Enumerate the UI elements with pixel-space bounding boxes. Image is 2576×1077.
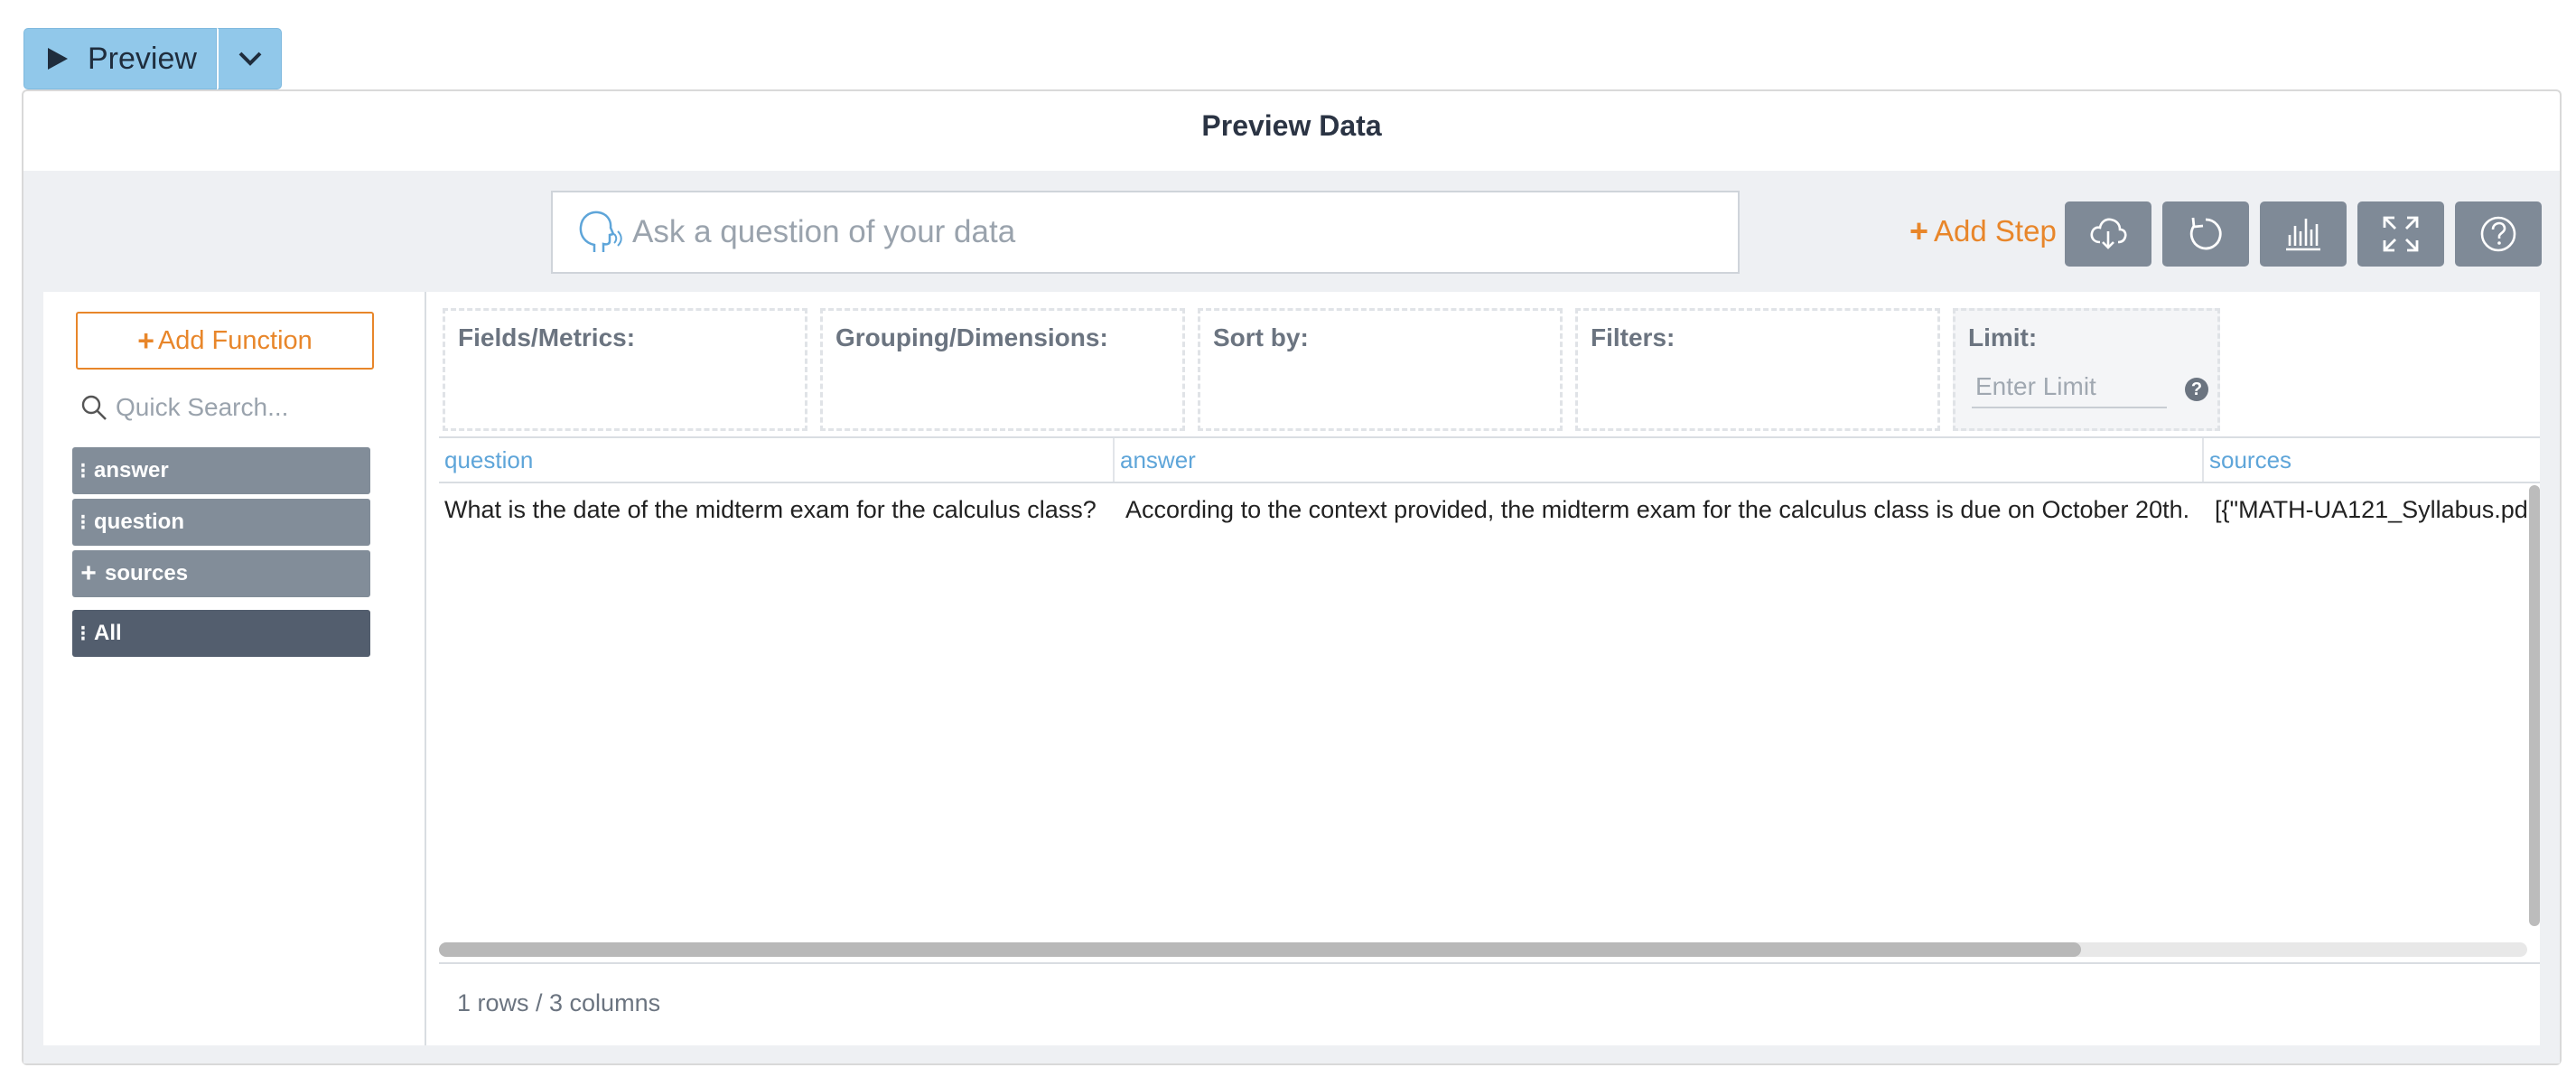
search-icon xyxy=(81,395,107,420)
voice-head-icon xyxy=(579,211,622,252)
field-item-question[interactable]: ⁝ question xyxy=(72,499,370,546)
ask-placeholder: Ask a question of your data xyxy=(632,214,1016,249)
content-card: + Add Function Quick Search... ⁝ answer … xyxy=(43,292,2540,1045)
expand-plus-icon[interactable]: + xyxy=(72,558,105,589)
preview-panel: Preview Data Ask a question of your data… xyxy=(22,89,2562,1065)
sort-by-dropzone[interactable]: Sort by: xyxy=(1198,308,1563,431)
help-icon[interactable]: ? xyxy=(2185,378,2208,401)
table-cell-answer: According to the context provided, the m… xyxy=(1125,496,2190,523)
column-header-answer[interactable]: answer xyxy=(1115,438,2204,482)
help-icon xyxy=(2480,216,2516,252)
field-label: answer xyxy=(94,458,169,482)
data-area: Fields/Metrics: Grouping/Dimensions: Sor… xyxy=(428,292,2540,1045)
field-item-answer[interactable]: ⁝ answer xyxy=(72,447,370,494)
divider xyxy=(439,962,2540,964)
plus-icon: + xyxy=(1909,212,1929,249)
horizontal-scrollbar-thumb[interactable] xyxy=(439,942,2081,957)
drag-handle-icon: ⁝ xyxy=(79,458,87,483)
chart-icon xyxy=(2286,219,2320,251)
refresh-icon xyxy=(2189,217,2222,250)
expand-icon xyxy=(2383,216,2419,252)
zone-label: Filters: xyxy=(1591,323,1675,351)
preview-button-group: Preview xyxy=(23,28,282,89)
panel-body: Ask a question of your data + Add Step +… xyxy=(23,171,2560,1063)
help-button[interactable] xyxy=(2455,201,2542,267)
column-header-sources[interactable]: sources xyxy=(2204,438,2540,482)
zone-label: Grouping/Dimensions: xyxy=(835,323,1108,351)
expand-button[interactable] xyxy=(2357,201,2444,267)
preview-dropdown-button[interactable] xyxy=(217,28,282,89)
table-header: question answer sources xyxy=(439,436,2540,483)
plus-icon: + xyxy=(137,323,154,357)
add-function-label: Add Function xyxy=(157,325,313,355)
drag-handle-icon: ⁝ xyxy=(79,621,87,646)
field-label: question xyxy=(94,510,184,534)
row-column-count: 1 rows / 3 columns xyxy=(457,989,661,1016)
play-icon xyxy=(48,48,68,70)
function-sidebar: + Add Function Quick Search... ⁝ answer … xyxy=(43,292,426,1045)
field-label: All xyxy=(94,621,122,645)
chevron-down-icon xyxy=(238,52,261,66)
add-step-button[interactable]: + Add Step xyxy=(1909,212,2057,250)
zone-label: Fields/Metrics: xyxy=(458,323,636,351)
drag-handle-icon: ⁝ xyxy=(79,510,87,535)
panel-title: Preview Data xyxy=(1201,109,1382,142)
cloud-download-icon xyxy=(2090,218,2127,249)
quick-search-input[interactable]: Quick Search... xyxy=(79,386,369,429)
preview-label: Preview xyxy=(88,41,197,76)
cloud-download-button[interactable] xyxy=(2065,201,2151,267)
table-cell-sources: [{"MATH-UA121_Syllabus.pdf xyxy=(2215,496,2527,523)
field-label: sources xyxy=(105,561,189,585)
vertical-scrollbar[interactable] xyxy=(2529,485,2540,926)
filters-dropzone[interactable]: Filters: xyxy=(1575,308,1940,431)
grouping-dimensions-dropzone[interactable]: Grouping/Dimensions: xyxy=(820,308,1185,431)
add-step-label: Add Step xyxy=(1934,214,2057,248)
preview-button[interactable]: Preview xyxy=(23,28,217,89)
zone-label: Limit: xyxy=(1968,323,2038,351)
refresh-button[interactable] xyxy=(2162,201,2249,267)
quick-search-placeholder: Quick Search... xyxy=(116,393,289,421)
field-item-sources[interactable]: + sources xyxy=(72,550,370,597)
limit-input[interactable]: Enter Limit xyxy=(1972,372,2167,408)
field-item-all[interactable]: ⁝ All xyxy=(72,610,370,657)
column-header-question[interactable]: question xyxy=(439,438,1115,482)
table-cell-question: What is the date of the midterm exam for… xyxy=(444,496,1097,523)
ask-question-input[interactable]: Ask a question of your data xyxy=(551,191,1740,274)
add-function-button[interactable]: + Add Function xyxy=(76,312,374,370)
chart-button[interactable] xyxy=(2260,201,2347,267)
fields-metrics-dropzone[interactable]: Fields/Metrics: xyxy=(443,308,807,431)
zone-label: Sort by: xyxy=(1213,323,1309,351)
limit-zone: Limit: Enter Limit ? xyxy=(1953,308,2220,431)
